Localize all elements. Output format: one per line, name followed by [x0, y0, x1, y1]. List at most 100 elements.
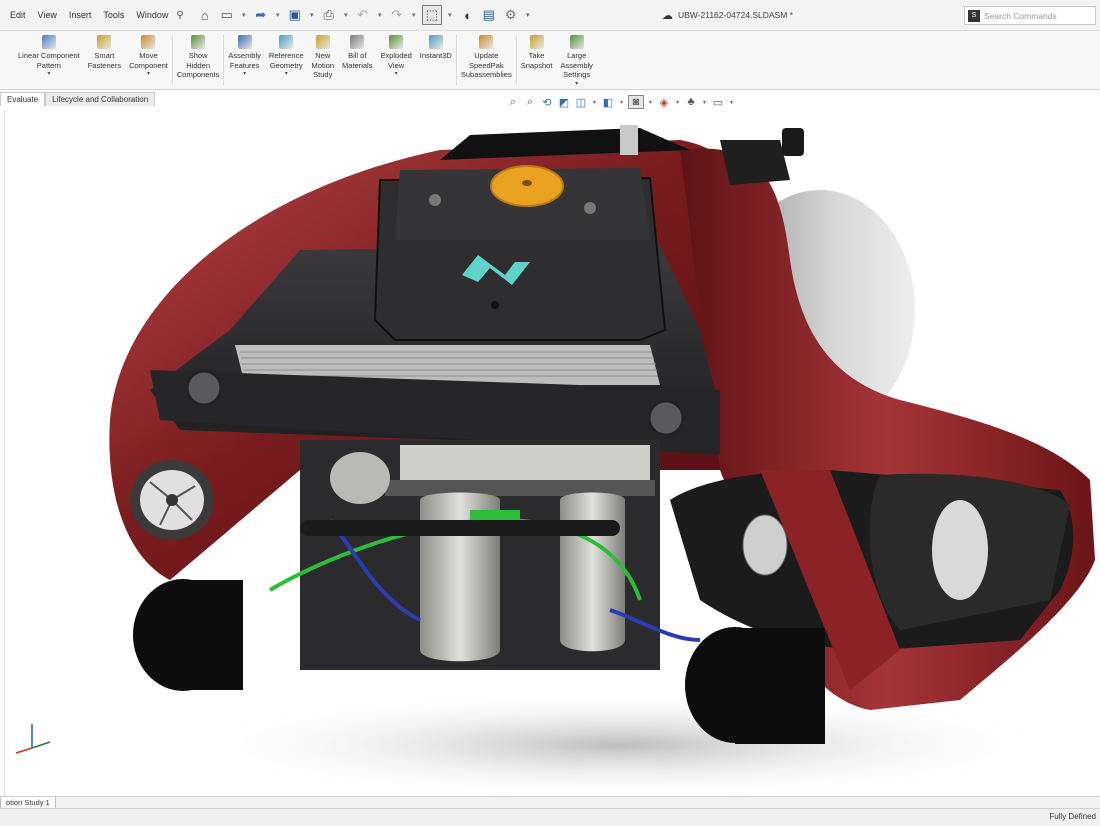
menu-bar: Edit View Insert Tools Window ⚲ ⌂ ▭ ▾ ➦ ▾ ▣ ▾ ⎙…	[0, 0, 1100, 31]
chevron-down-icon[interactable]: ▾	[47, 71, 50, 78]
left-panel-edge[interactable]	[0, 110, 5, 798]
chevron-down-icon[interactable]: ▾	[591, 99, 598, 106]
chevron-down-icon[interactable]: ▾	[575, 81, 578, 88]
open-icon[interactable]: ➦	[252, 6, 270, 24]
snapshot-icon	[529, 35, 544, 49]
file-properties-icon[interactable]: ▤	[480, 6, 498, 24]
ribbon-button-linear-pattern[interactable]: Linear Component Pattern ▾	[14, 31, 84, 78]
menu-item-insert[interactable]: Insert	[63, 0, 98, 30]
chevron-down-icon[interactable]: ▾	[410, 11, 418, 19]
new-document-icon[interactable]: ▭	[218, 6, 236, 24]
ribbon-button-label: Exploded View	[380, 51, 412, 70]
search-icon: S	[968, 9, 980, 22]
chevron-down-icon[interactable]: ▾	[395, 71, 398, 78]
home-icon[interactable]: ⌂	[196, 6, 214, 24]
right-thruster	[742, 514, 788, 576]
menu-item-edit[interactable]: Edit	[4, 0, 32, 30]
ribbon-button-move-component[interactable]: Move Component ▾	[125, 31, 172, 78]
ribbon-button-snapshot[interactable]: Take Snapshot	[517, 31, 557, 70]
ribbon-button-label: Show Hidden Components	[176, 51, 220, 79]
large-assembly-icon	[569, 35, 584, 49]
options-icon[interactable]: ⚙	[502, 6, 520, 24]
search-placeholder: Search Commands	[984, 10, 1057, 21]
quick-access-toolbar: ⌂ ▭ ▾ ➦ ▾ ▣ ▾ ⎙ ▾ ↶ ▾ ↷ ▾ ⬚ ▾ ◖ ▤ ⚙ ▾	[196, 5, 532, 25]
menu-item-window[interactable]: Window	[130, 0, 174, 30]
edit-appearance-icon[interactable]: ♣	[684, 96, 698, 108]
ribbon-button-label: New Motion Study	[311, 51, 335, 79]
instant3d-icon	[428, 35, 443, 49]
side-camera	[782, 128, 804, 156]
zoom-to-area-icon[interactable]: ⌕	[523, 96, 537, 109]
previous-view-icon[interactable]: ⟲	[540, 96, 554, 109]
3d-model[interactable]	[0, 110, 1100, 800]
tab-evaluate[interactable]: Evaluate	[0, 92, 46, 106]
hatch-bolt	[429, 194, 441, 206]
main-menu: Edit View Insert Tools Window	[0, 0, 174, 30]
chevron-down-icon[interactable]: ▾	[240, 11, 248, 19]
document-title-area: ☁ UBW-21162-04724.SLDASM *	[662, 0, 793, 30]
section-view-icon[interactable]: ◩	[557, 96, 571, 109]
ribbon-button-show-hidden[interactable]: Show Hidden Components	[173, 31, 224, 80]
motion-study-icon	[315, 35, 330, 49]
save-icon[interactable]: ▣	[286, 6, 304, 24]
pressure-cylinder-right	[560, 492, 625, 652]
mid-thruster	[330, 452, 390, 504]
top-bracket	[620, 125, 638, 155]
pin-icon[interactable]: ⚲	[176, 10, 183, 21]
chevron-down-icon[interactable]: ▾	[701, 99, 708, 106]
chevron-down-icon[interactable]: ▾	[728, 99, 735, 106]
undo-icon[interactable]: ↶	[354, 6, 372, 24]
rebuild-icon[interactable]: ◖	[458, 6, 476, 24]
ribbon-button-exploded-view[interactable]: Exploded View ▾	[376, 31, 415, 78]
chevron-down-icon[interactable]: ▾	[342, 11, 350, 19]
exploded-view-icon	[389, 35, 404, 49]
ribbon-button-motion-study[interactable]: New Motion Study	[308, 31, 339, 80]
ribbon-button-label: Move Component	[129, 51, 168, 70]
bumper-port-left	[185, 369, 223, 407]
ribbon-button-label: Smart Fasteners	[87, 51, 122, 70]
chevron-down-icon[interactable]: ▾	[618, 99, 625, 106]
lower-crossbar	[300, 520, 620, 536]
cross-rail	[385, 480, 655, 496]
chevron-down-icon[interactable]: ▾	[285, 71, 288, 78]
ribbon-button-speedpak[interactable]: Update SpeedPak Subassemblies	[457, 31, 516, 80]
linear-pattern-icon	[41, 35, 56, 49]
ribbon-button-instant3d[interactable]: Instant3D	[416, 31, 456, 61]
ribbon-button-label: Large Assembly Settings	[560, 51, 593, 79]
ribbon-button-reference-geometry[interactable]: Reference Geometry ▾	[265, 31, 308, 78]
chevron-down-icon[interactable]: ▾	[308, 11, 316, 19]
hatch-bolt	[584, 202, 596, 214]
view-orientation-icon[interactable]: ◧	[601, 96, 615, 109]
chevron-down-icon[interactable]: ▾	[674, 99, 681, 106]
chevron-down-icon[interactable]: ▾	[274, 11, 282, 19]
chevron-down-icon[interactable]: ▾	[376, 11, 384, 19]
chevron-down-icon[interactable]: ▾	[524, 11, 532, 19]
search-commands[interactable]: S Search Commands	[964, 6, 1096, 25]
dynamic-annotation-icon[interactable]: ◫	[574, 96, 588, 109]
chevron-down-icon[interactable]: ▾	[147, 71, 150, 78]
menu-item-tools[interactable]: Tools	[97, 0, 130, 30]
select-icon[interactable]: ⬚	[421, 5, 442, 25]
bumper-port-right	[647, 399, 685, 437]
status-bar: Fully Defined	[0, 808, 1100, 826]
redo-icon[interactable]: ↷	[388, 6, 406, 24]
tab-lifecycle-and-collaboration[interactable]: Lifecycle and Collaboration	[45, 92, 156, 106]
ribbon-button-smart-fasteners[interactable]: Smart Fasteners	[84, 31, 125, 70]
ribbon-button-large-assembly[interactable]: Large Assembly Settings ▾	[556, 31, 597, 88]
side-camera-housing	[720, 140, 790, 185]
print-icon[interactable]: ⎙	[320, 6, 338, 24]
ribbon-button-label: Instant3D	[419, 51, 452, 60]
display-style-icon[interactable]: ◙	[628, 95, 644, 109]
chevron-down-icon[interactable]: ▾	[243, 71, 246, 78]
chevron-down-icon[interactable]: ▾	[446, 11, 454, 19]
ribbon-button-bill-of-materials[interactable]: Bill of Materials	[338, 31, 376, 70]
ribbon-button-label: Take Snapshot	[520, 51, 553, 70]
menu-item-view[interactable]: View	[32, 0, 63, 30]
graphics-area[interactable]	[0, 110, 1100, 800]
hide-show-icon[interactable]: ◈	[657, 96, 671, 109]
chevron-down-icon[interactable]: ▾	[647, 99, 654, 106]
ribbon-button-assembly-features[interactable]: Assembly Features ▾	[224, 31, 265, 78]
command-manager-ribbon: Linear Component Pattern ▾ Smart Fasteners…	[0, 31, 1100, 90]
zoom-to-fit-icon[interactable]: ⌕	[506, 96, 520, 109]
view-settings-icon[interactable]: ▭	[711, 96, 725, 109]
